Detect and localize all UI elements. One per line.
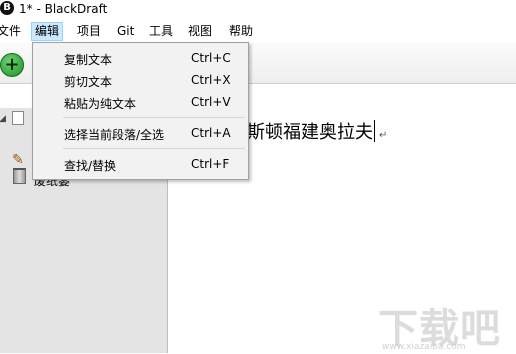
menu-item-shortcut: Ctrl+A [191, 126, 231, 140]
editor-content[interactable]: 斯顿福建奥拉夫 [247, 122, 373, 143]
menu-item-find-replace[interactable]: 查找/替换 Ctrl+F [33, 153, 248, 175]
menu-item-shortcut: Ctrl+V [191, 95, 231, 109]
menu-bar: 文件 编辑 项目 Git 工具 视图 帮助 [0, 20, 516, 42]
menu-file[interactable]: 文件 [0, 23, 21, 40]
menu-item-label: 复制文本 [64, 53, 113, 67]
menu-item-label: 选择当前段落/全选 [64, 128, 165, 142]
menu-item-shortcut: Ctrl+X [191, 73, 231, 87]
menu-edit[interactable]: 编辑 [31, 22, 64, 41]
window-title: 1* - BlackDraft [19, 2, 108, 16]
menu-item-copy[interactable]: 复制文本 Ctrl+C [33, 47, 248, 69]
app-logo-icon: B [0, 1, 14, 15]
editor-line[interactable]: 斯顿福建奥拉夫 ↵ [247, 118, 387, 144]
add-button[interactable]: + [0, 53, 24, 77]
menu-git[interactable]: Git [117, 23, 134, 40]
menu-separator [63, 117, 245, 118]
menu-item-label: 粘贴为纯文本 [64, 97, 137, 111]
edit-menu-dropdown: 复制文本 Ctrl+C 剪切文本 Ctrl+X 粘贴为纯文本 Ctrl+V 选择… [32, 42, 249, 180]
watermark-url: www.xiazaiba.com [382, 342, 466, 352]
menu-tools[interactable]: 工具 [149, 23, 173, 40]
menu-item-label: 剪切文本 [64, 75, 113, 89]
tools-icon: ✎ [12, 152, 24, 168]
menu-item-cut[interactable]: 剪切文本 Ctrl+X [33, 69, 248, 91]
paragraph-mark-icon: ↵ [379, 130, 388, 141]
menu-view[interactable]: 视图 [188, 23, 212, 40]
menu-separator [63, 148, 245, 149]
text-caret [374, 120, 375, 142]
menu-item-paste-plain[interactable]: 粘贴为纯文本 Ctrl+V [33, 91, 248, 113]
menu-item-select-all[interactable]: 选择当前段落/全选 Ctrl+A [33, 122, 248, 144]
menu-help[interactable]: 帮助 [229, 23, 253, 40]
tree-collapse-icon[interactable]: ◢ [0, 114, 6, 124]
title-bar: B 1* - BlackDraft [0, 0, 516, 20]
trash-icon[interactable] [13, 168, 26, 184]
menu-project[interactable]: 项目 [77, 23, 101, 40]
document-icon [12, 111, 24, 125]
menu-item-shortcut: Ctrl+C [191, 51, 231, 65]
menu-item-label: 查找/替换 [64, 159, 117, 173]
menu-item-shortcut: Ctrl+F [191, 157, 230, 171]
watermark: 下载吧 www.xiazaiba.com [378, 296, 516, 353]
